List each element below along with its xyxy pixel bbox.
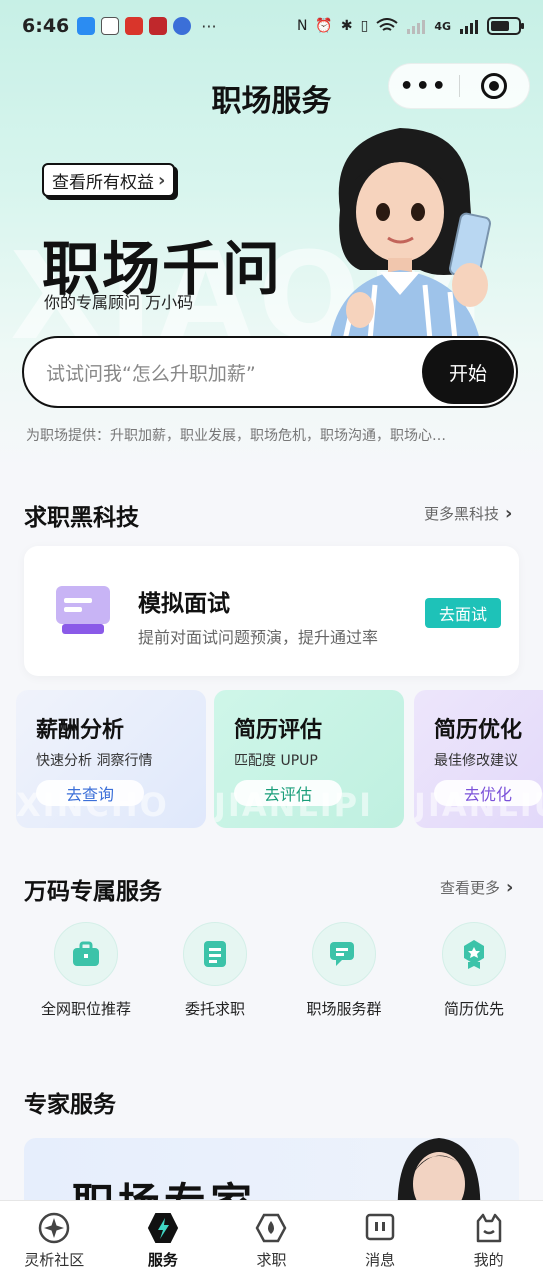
go-optimize-button[interactable]: 去优化 <box>434 780 542 806</box>
lightning-icon <box>147 1213 179 1243</box>
services-section-title: 万码专属服务 <box>24 879 162 905</box>
status-right-icons: N ⏰ ✱ ▯ 4G <box>296 17 524 35</box>
chat-notification-icon <box>101 17 120 35</box>
battery-icon <box>487 17 524 35</box>
bluetooth-icon: ✱ <box>340 18 353 34</box>
tool-card-title: 简历优化 <box>434 718 523 743</box>
tab-label: 求职 <box>256 1251 287 1269</box>
chevron-right-icon: › <box>506 877 514 898</box>
service-job-recommend[interactable]: 全网职位推荐 <box>26 922 146 1019</box>
badge-icon <box>442 922 506 986</box>
bottom-tab-bar: 灵析社区 服务 求职 消息 我的 <box>0 1200 543 1276</box>
target-icon <box>481 73 508 99</box>
service-career-group[interactable]: 职场服务群 <box>284 922 404 1019</box>
mock-interview-desc: 提前对面试问题预演，提升通过率 <box>138 628 379 647</box>
tab-community[interactable]: 灵析社区 <box>0 1201 109 1276</box>
view-benefits-label: 查看所有权益 <box>52 172 154 193</box>
service-delegate-search[interactable]: 委托求职 <box>155 922 275 1019</box>
more-tech-label: 更多黑科技 <box>424 505 500 523</box>
cat-profile-icon <box>476 1213 501 1243</box>
chevron-right-icon: › <box>158 169 166 191</box>
status-app-icons: ··· <box>77 16 217 36</box>
assistant-avatar-illustration <box>330 128 492 340</box>
mock-interview-card[interactable]: 模拟面试 提前对面试问题预演，提升通过率 去面试 <box>24 546 519 676</box>
service-resume-priority[interactable]: 简历优先 <box>414 922 534 1019</box>
view-more-services-link[interactable]: 查看更多 › <box>440 877 513 898</box>
status-more-icon: ··· <box>201 16 217 36</box>
tool-card-title: 薪酬分析 <box>36 718 125 743</box>
resume-evaluation-card[interactable]: JIANLIPI 简历评估 匹配度 UPUP 去评估 <box>214 690 404 828</box>
tool-card-title: 简历评估 <box>234 718 323 743</box>
app-notification-icon <box>125 17 144 35</box>
go-interview-button[interactable]: 去面试 <box>425 598 501 628</box>
close-mini-program-button[interactable] <box>460 73 530 99</box>
signal-icon <box>407 20 426 34</box>
app-notification-icon <box>149 17 168 35</box>
tab-label: 我的 <box>473 1251 504 1269</box>
expert-section-title: 专家服务 <box>24 1092 116 1118</box>
app-notification-icon <box>173 17 192 35</box>
view-benefits-button[interactable]: 查看所有权益 › <box>42 163 176 197</box>
drop-icon <box>256 1213 287 1243</box>
tech-section-title: 求职黑科技 <box>24 505 139 531</box>
vibrate-icon: ▯ <box>360 18 369 34</box>
app-notification-icon <box>77 17 96 35</box>
status-time: 6:46 <box>22 15 70 37</box>
signal-icon <box>460 20 478 34</box>
status-bar: 6:46 ··· N ⏰ ✱ ▯ 4G <box>0 0 543 52</box>
star-compass-icon <box>39 1212 70 1244</box>
page: XIAOM 6:46 ··· N ⏰ ✱ ▯ 4G 职场服务 ••• 查看所有权… <box>0 0 543 1276</box>
interview-board-icon <box>56 586 110 634</box>
chevron-right-icon: › <box>505 503 513 524</box>
service-label: 简历优先 <box>443 1000 504 1018</box>
mini-program-capsule: ••• <box>388 63 530 109</box>
tab-profile[interactable]: 我的 <box>434 1201 543 1276</box>
mock-interview-title: 模拟面试 <box>138 591 230 617</box>
resume-optimize-card[interactable]: JIANLIU 简历优化 最佳修改建议 去优化 <box>414 690 543 828</box>
network-type: 4G <box>434 19 451 33</box>
tab-label: 消息 <box>365 1251 396 1269</box>
briefcase-icon <box>54 922 118 986</box>
alarm-icon: ⏰ <box>315 18 333 34</box>
wifi-icon <box>376 18 398 31</box>
document-icon <box>183 922 247 986</box>
tab-label: 灵析社区 <box>24 1251 85 1269</box>
tab-job-search[interactable]: 求职 <box>217 1201 326 1276</box>
tab-messages[interactable]: 消息 <box>326 1201 435 1276</box>
provides-topics: 为职场提供：升职加薪，职业发展，职场危机，职场沟通，职场心… <box>26 428 446 444</box>
chat-icon <box>312 922 376 986</box>
go-evaluate-button[interactable]: 去评估 <box>234 780 342 806</box>
battery-level <box>491 21 509 31</box>
message-icon <box>365 1213 395 1241</box>
hero-subtitle: 你的专属顾问 万小码 <box>44 293 194 312</box>
service-label: 全网职位推荐 <box>40 1000 131 1018</box>
ask-input[interactable]: 试试问我“怎么升职加薪” 开始 <box>22 336 518 408</box>
more-tech-link[interactable]: 更多黑科技 › <box>424 503 512 524</box>
tool-card-desc: 快速分析 洞察行情 <box>36 753 153 769</box>
go-query-button[interactable]: 去查询 <box>36 780 144 806</box>
start-button[interactable]: 开始 <box>422 340 514 404</box>
service-label: 委托求职 <box>184 1000 245 1018</box>
tab-label: 服务 <box>147 1251 178 1269</box>
nfc-icon: N <box>296 18 308 34</box>
tool-card-desc: 最佳修改建议 <box>434 753 518 769</box>
tab-services[interactable]: 服务 <box>109 1201 218 1276</box>
salary-analysis-card[interactable]: XINCHO 薪酬分析 快速分析 洞察行情 去查询 <box>16 690 206 828</box>
view-more-label: 查看更多 <box>440 879 501 897</box>
service-label: 职场服务群 <box>306 1000 382 1018</box>
tool-card-desc: 匹配度 UPUP <box>234 753 318 769</box>
more-menu-button[interactable]: ••• <box>389 74 459 99</box>
